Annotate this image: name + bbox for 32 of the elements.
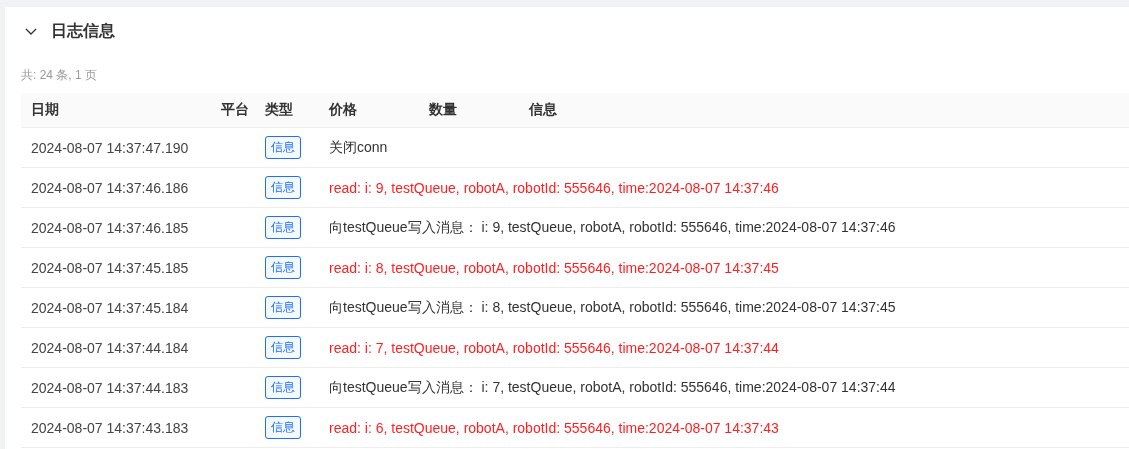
message-cell-text: read: i: 9, testQueue, robotA, robotId: 555646, time:2024-08-07 14:37:46 bbox=[328, 179, 780, 196]
date-cell-text: 2024-08-07 14:37:46.186 bbox=[30, 179, 190, 196]
type-tag: 信息 bbox=[265, 136, 301, 159]
type-tag: 信息 bbox=[265, 336, 301, 359]
panel-title: 日志信息 bbox=[51, 20, 115, 41]
message-cell-text: 向testQueue写入消息： i: 9, testQueue, robotA, robotId: 555646, time:2024-08-07 14:37:46 bbox=[328, 218, 897, 237]
type-tag: 信息 bbox=[265, 216, 301, 239]
date-cell-text: 2024-08-07 14:37:44.184 bbox=[30, 339, 190, 356]
message-cell-text: 关闭conn bbox=[328, 138, 389, 157]
column-header: 数量 bbox=[428, 100, 458, 119]
type-tag: 信息 bbox=[265, 416, 301, 439]
date-cell-text: 2024-08-07 14:37:46.185 bbox=[30, 219, 190, 236]
type-tag: 信息 bbox=[265, 176, 301, 199]
column-header: 日期 bbox=[30, 100, 60, 119]
message-cell-text: read: i: 8, testQueue, robotA, robotId: 555646, time:2024-08-07 14:37:45 bbox=[328, 259, 780, 276]
type-tag: 信息 bbox=[265, 296, 301, 319]
message-cell-text: read: i: 6, testQueue, robotA, robotId: 555646, time:2024-08-07 14:37:43 bbox=[328, 419, 780, 436]
date-cell-text: 2024-08-07 14:37:47.190 bbox=[30, 139, 190, 156]
date-cell-text: 2024-08-07 14:37:43.183 bbox=[30, 419, 190, 436]
message-cell-text: 向testQueue写入消息： i: 8, testQueue, robotA, robotId: 555646, time:2024-08-07 14:37:45 bbox=[328, 298, 897, 317]
date-cell-text: 2024-08-07 14:37:45.184 bbox=[30, 299, 190, 316]
date-cell-text: 2024-08-07 14:37:44.183 bbox=[30, 379, 190, 396]
column-header: 价格 bbox=[327, 100, 358, 119]
message-cell-text: 向testQueue写入消息： i: 7, testQueue, robotA, robotId: 555646, time:2024-08-07 14:37:44 bbox=[328, 378, 897, 397]
column-header: 类型 bbox=[264, 100, 294, 119]
message-cell-text: read: i: 7, testQueue, robotA, robotId: 555646, time:2024-08-07 14:37:44 bbox=[328, 339, 780, 356]
column-header: 平台 bbox=[220, 100, 250, 119]
type-tag: 信息 bbox=[265, 376, 301, 399]
date-cell-text: 2024-08-07 14:37:45.185 bbox=[30, 259, 190, 276]
type-tag: 信息 bbox=[265, 256, 301, 279]
column-header: 信息 bbox=[528, 100, 558, 119]
record-count: 共: 24 条, 1 页 bbox=[21, 66, 99, 84]
